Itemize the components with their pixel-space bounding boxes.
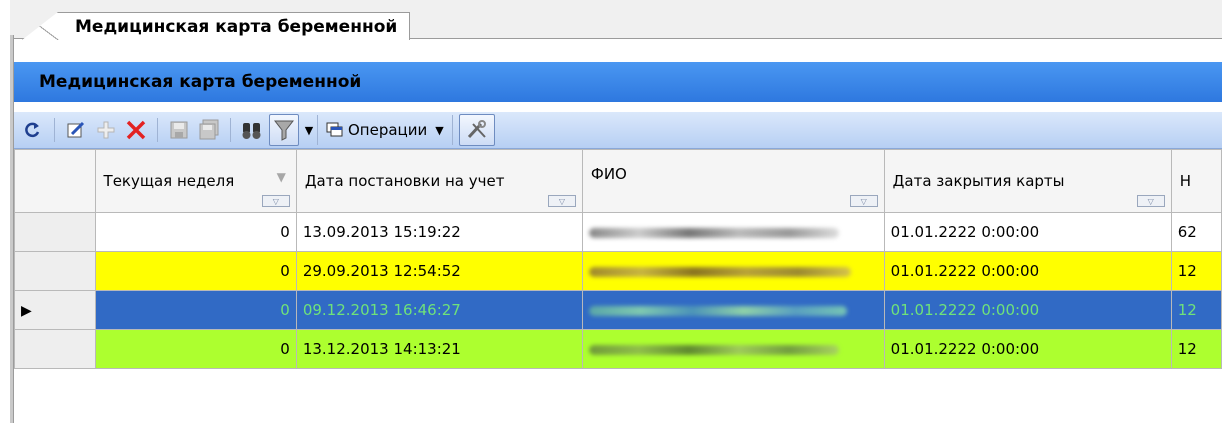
current-row-pointer-icon: ▶ (21, 303, 32, 319)
row-selector[interactable] (14, 212, 96, 252)
cell-date-close[interactable]: 01.01.2222 0:00:00 (883, 251, 1172, 291)
cell-date-registration[interactable]: 09.12.2013 16:46:27 (295, 290, 583, 330)
cell-n[interactable]: 12 (1170, 251, 1222, 291)
operations-icon (326, 122, 343, 137)
toolbar-separator (54, 118, 55, 142)
cell-fio[interactable] (581, 290, 885, 330)
cell-n[interactable]: 62 (1170, 212, 1222, 252)
operations-label: Операции (348, 121, 428, 139)
edit-button[interactable] (63, 115, 89, 145)
save-all-button[interactable] (196, 115, 222, 145)
redacted-name (588, 227, 839, 238)
sort-icon: ▼ (276, 170, 286, 184)
toolbar-separator (157, 118, 158, 142)
grid-header-row: Текущая неделя ▼ ▽ Дата постановки на уч… (14, 149, 1222, 213)
find-button[interactable] (239, 115, 265, 145)
row-selector[interactable] (14, 251, 96, 291)
redacted-name (588, 305, 847, 316)
tab-strip: Медицинская карта беременной (10, 0, 1222, 40)
operations-menu[interactable]: Операции ▼ (317, 115, 453, 145)
column-filter-icon[interactable]: ▽ (547, 195, 576, 207)
column-label: ФИО (590, 164, 627, 183)
add-icon (97, 121, 115, 139)
save-icon (170, 121, 188, 139)
refresh-icon (25, 122, 40, 138)
row-selector[interactable]: ▶ (14, 290, 96, 330)
column-header-date-close[interactable]: Дата закрытия карты ▽ (883, 149, 1172, 213)
data-grid: Текущая неделя ▼ ▽ Дата постановки на уч… (14, 149, 1222, 423)
column-label: Дата закрытия карты (892, 171, 1065, 190)
row-selector[interactable] (14, 329, 96, 369)
add-button[interactable] (93, 115, 119, 145)
table-row[interactable]: 0 29.09.2013 12:54:52 01.01.2222 0:00:00… (14, 251, 1222, 291)
column-header-date-registration[interactable]: Дата постановки на учет ▽ (295, 149, 583, 213)
toolbar-separator (230, 118, 231, 142)
cell-date-registration[interactable]: 29.09.2013 12:54:52 (295, 251, 583, 291)
cell-n[interactable]: 12 (1170, 329, 1222, 369)
toolbar: ▼ Операции ▼ (14, 112, 1222, 149)
column-filter-icon[interactable]: ▽ (261, 195, 290, 207)
column-filter-icon[interactable]: ▽ (849, 195, 878, 207)
cell-fio[interactable] (581, 329, 885, 369)
row-header-corner (14, 149, 96, 213)
find-icon (242, 123, 261, 139)
column-header-n[interactable]: Н (1170, 149, 1222, 213)
cell-week[interactable]: 0 (94, 251, 297, 291)
filter-dropdown-button[interactable]: ▼ (303, 115, 315, 145)
cell-n[interactable]: 12 (1170, 290, 1222, 330)
delete-button[interactable] (123, 115, 149, 145)
column-label: Н (1179, 171, 1191, 190)
tools-button[interactable] (458, 114, 495, 146)
column-label: Дата постановки на учет (304, 171, 505, 190)
column-filter-icon[interactable]: ▽ (1136, 195, 1165, 207)
tab-pregnancy-card[interactable]: Медицинская карта беременной (22, 12, 411, 40)
chevron-down-icon: ▼ (435, 123, 444, 137)
panel-title: Медицинская карта беременной (39, 72, 362, 92)
cell-date-close[interactable]: 01.01.2222 0:00:00 (883, 290, 1172, 330)
cell-date-registration[interactable]: 13.09.2013 15:19:22 (295, 212, 583, 252)
table-row[interactable]: ▶ 0 09.12.2013 16:46:27 01.01.2222 0:00:… (14, 290, 1222, 330)
cell-date-close[interactable]: 01.01.2222 0:00:00 (883, 329, 1172, 369)
cell-fio[interactable] (581, 251, 885, 291)
edit-icon (67, 121, 85, 138)
chevron-down-icon: ▼ (304, 123, 314, 137)
column-header-week[interactable]: Текущая неделя ▼ ▽ (94, 149, 297, 213)
tools-icon (467, 120, 486, 139)
save-button[interactable] (166, 115, 192, 145)
cell-week[interactable]: 0 (94, 212, 297, 252)
table-row[interactable]: 0 13.12.2013 14:13:21 01.01.2222 0:00:00… (14, 329, 1222, 369)
redacted-name (588, 344, 839, 355)
panel-header: Медицинская карта беременной (14, 62, 1222, 102)
cell-fio[interactable] (581, 212, 885, 252)
column-header-fio[interactable]: ФИО ▽ (581, 149, 885, 213)
cell-week[interactable]: 0 (94, 329, 297, 369)
table-row[interactable]: 0 13.09.2013 15:19:22 01.01.2222 0:00:00… (14, 212, 1222, 252)
main-panel: Медицинская карта беременной ▼ Операции … (14, 39, 1222, 423)
cell-week[interactable]: 0 (94, 290, 297, 330)
filter-button[interactable] (269, 114, 299, 146)
column-label: Текущая неделя (103, 171, 235, 190)
tab-label: Медицинская карта беременной (75, 16, 398, 37)
delete-icon (126, 120, 146, 140)
refresh-button[interactable] (20, 115, 46, 145)
redacted-name (588, 266, 851, 277)
cell-date-registration[interactable]: 13.12.2013 14:13:21 (295, 329, 583, 369)
filter-icon (274, 120, 294, 141)
cell-date-close[interactable]: 01.01.2222 0:00:00 (883, 212, 1172, 252)
save-all-icon (199, 119, 219, 140)
